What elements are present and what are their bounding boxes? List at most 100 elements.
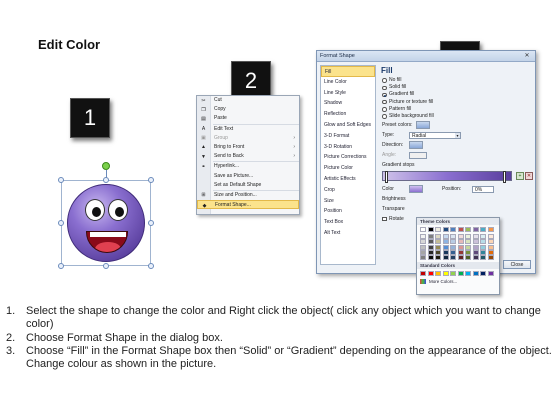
radio-button[interactable] [382,78,387,83]
gradient-stops-bar[interactable] [382,171,512,184]
nav-item-artistic-effects[interactable]: Artistic Effects [321,174,375,185]
color-swatch[interactable] [435,270,441,276]
color-swatch[interactable] [487,270,494,276]
direction-dropdown[interactable] [409,141,423,150]
color-swatch[interactable] [450,244,456,250]
color-swatch[interactable] [480,249,486,255]
menu-item-save-as-picture[interactable]: Save as Picture... [197,172,299,181]
color-swatch[interactable] [450,234,456,239]
resize-handle-ne[interactable] [148,177,154,183]
color-swatch[interactable] [420,249,426,255]
nav-item-size[interactable]: Size [321,196,375,207]
nav-item-shadow[interactable]: Shadow [321,98,375,109]
radio-button[interactable] [382,85,387,91]
color-swatch[interactable] [435,249,441,255]
color-swatch[interactable] [450,249,456,255]
color-swatch[interactable] [465,244,471,250]
resize-handle-sw[interactable] [58,263,64,269]
color-swatch[interactable] [487,249,494,255]
resize-handle-n[interactable] [103,177,109,183]
color-swatch[interactable] [427,239,434,245]
more-colors-item[interactable]: More Colors... [417,278,499,285]
color-swatch[interactable] [457,270,464,276]
fill-option-solid-fill[interactable]: Solid fill [379,84,534,91]
radio-button[interactable] [382,107,387,112]
nav-item-line-color[interactable]: Line Color [321,77,375,88]
color-swatch[interactable] [465,234,471,239]
color-swatch[interactable] [435,239,441,245]
fill-option-slide-background-fill[interactable]: Slide background fill [379,113,534,120]
color-swatch[interactable] [450,226,456,232]
menu-item-size-and-position[interactable]: ⊞ Size and Position... [197,191,299,200]
color-swatch[interactable] [442,226,449,232]
resize-handle-se[interactable] [148,263,154,269]
color-swatch[interactable] [435,255,441,261]
menu-item-copy[interactable]: ❐ Copy [197,105,299,114]
menu-item-send-to-back[interactable]: ▼ Send to Back › [197,152,299,161]
color-swatch[interactable] [487,234,494,239]
color-swatch[interactable] [420,255,426,261]
selected-smiley-shape[interactable] [58,162,154,269]
fill-option-gradient-fill[interactable]: Gradient fill [379,91,534,98]
color-swatch[interactable] [472,270,479,276]
color-swatch[interactable] [420,234,426,239]
color-swatch[interactable] [457,255,464,261]
fill-option-pattern-fill[interactable]: Pattern fill [379,106,534,113]
color-swatch[interactable] [480,234,486,239]
color-swatch[interactable] [472,249,479,255]
color-swatch[interactable] [472,255,479,261]
nav-item-reflection[interactable]: Reflection [321,109,375,120]
type-dropdown[interactable]: Radial ▾ [409,131,461,139]
color-swatch[interactable] [442,249,449,255]
rotate-checkbox[interactable] [382,216,387,222]
fill-option-picture-or-texture-fill[interactable]: Picture or texture fill [379,99,534,106]
close-button[interactable]: Close [503,260,531,269]
color-swatch[interactable] [420,244,426,250]
color-swatch[interactable] [465,249,471,255]
radio-button[interactable] [382,99,387,105]
radio-button[interactable] [382,114,387,119]
preset-colors-dropdown[interactable] [416,121,430,130]
color-swatch[interactable] [427,249,434,255]
color-swatch[interactable] [435,244,441,250]
gradient-stop-handle[interactable] [385,171,388,184]
color-swatch[interactable] [457,226,464,232]
menu-item-format-shape[interactable]: ◆ Format Shape... [197,200,299,210]
color-swatch[interactable] [465,226,471,232]
nav-item-line-style[interactable]: Line Style [321,88,375,99]
color-swatch[interactable] [457,239,464,245]
nav-item-text-box[interactable]: Text Box [321,217,375,228]
nav-item-crop[interactable]: Crop [321,185,375,196]
nav-item-3-d-rotation[interactable]: 3-D Rotation [321,142,375,153]
color-swatch[interactable] [442,255,449,261]
remove-gradient-stop-icon[interactable]: ✕ [525,172,533,181]
color-swatch[interactable] [487,239,494,245]
color-swatch[interactable] [457,249,464,255]
color-swatch[interactable] [427,226,434,232]
nav-item-fill[interactable]: Fill [321,66,375,77]
color-swatch[interactable] [480,239,486,245]
rotation-handle[interactable] [102,162,110,170]
color-swatch[interactable] [472,226,479,232]
color-swatch[interactable] [427,234,434,239]
menu-item-paste[interactable]: ▤ Paste [197,114,299,123]
color-swatch[interactable] [427,255,434,261]
color-swatch[interactable] [480,255,486,261]
nav-item-3-d-format[interactable]: 3-D Format [321,131,375,142]
color-swatch[interactable] [420,239,426,245]
color-swatch[interactable] [442,270,449,276]
menu-item-hyperlink[interactable]: ⚭ Hyperlink... [197,162,299,171]
color-swatch[interactable] [465,239,471,245]
menu-item-cut[interactable]: ✂ Cut [197,96,299,105]
color-swatch[interactable] [487,255,494,261]
color-swatch[interactable] [487,244,494,250]
color-swatch[interactable] [420,226,426,232]
nav-item-position[interactable]: Position [321,206,375,217]
menu-item-edit-text[interactable]: A Edit Text [197,125,299,134]
color-swatch[interactable] [450,239,456,245]
color-swatch[interactable] [480,270,486,276]
nav-item-picture-corrections[interactable]: Picture Corrections [321,152,375,163]
position-input[interactable]: 0% [472,185,494,193]
color-swatch[interactable] [472,239,479,245]
resize-handle-nw[interactable] [58,177,64,183]
